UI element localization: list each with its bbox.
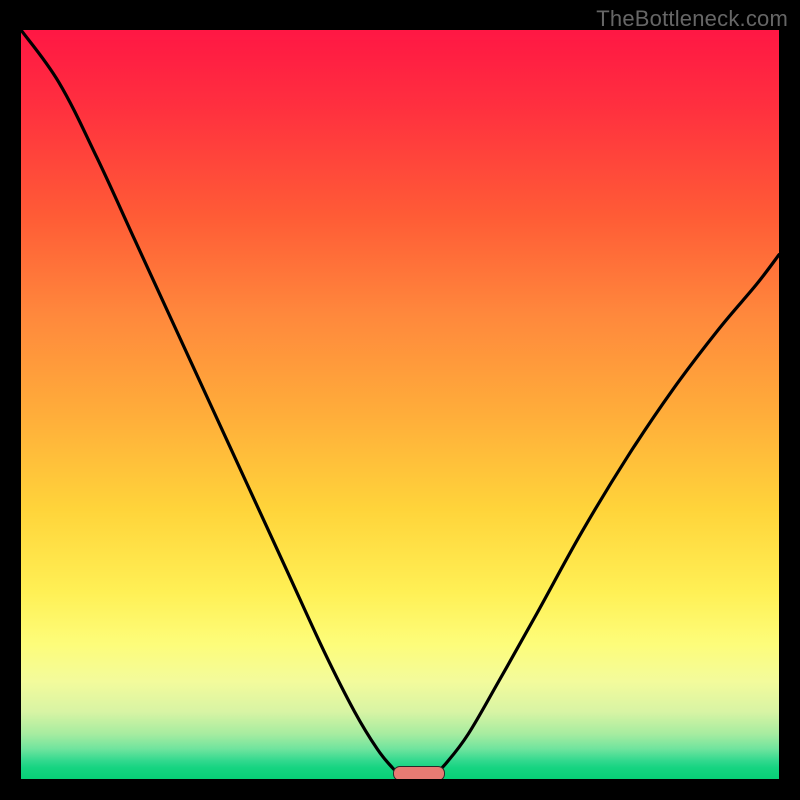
watermark-label: TheBottleneck.com (596, 6, 788, 32)
optimal-marker (393, 766, 445, 780)
bottleneck-curve (21, 30, 779, 779)
chart-canvas: TheBottleneck.com (0, 0, 800, 800)
plot-area (21, 30, 779, 779)
